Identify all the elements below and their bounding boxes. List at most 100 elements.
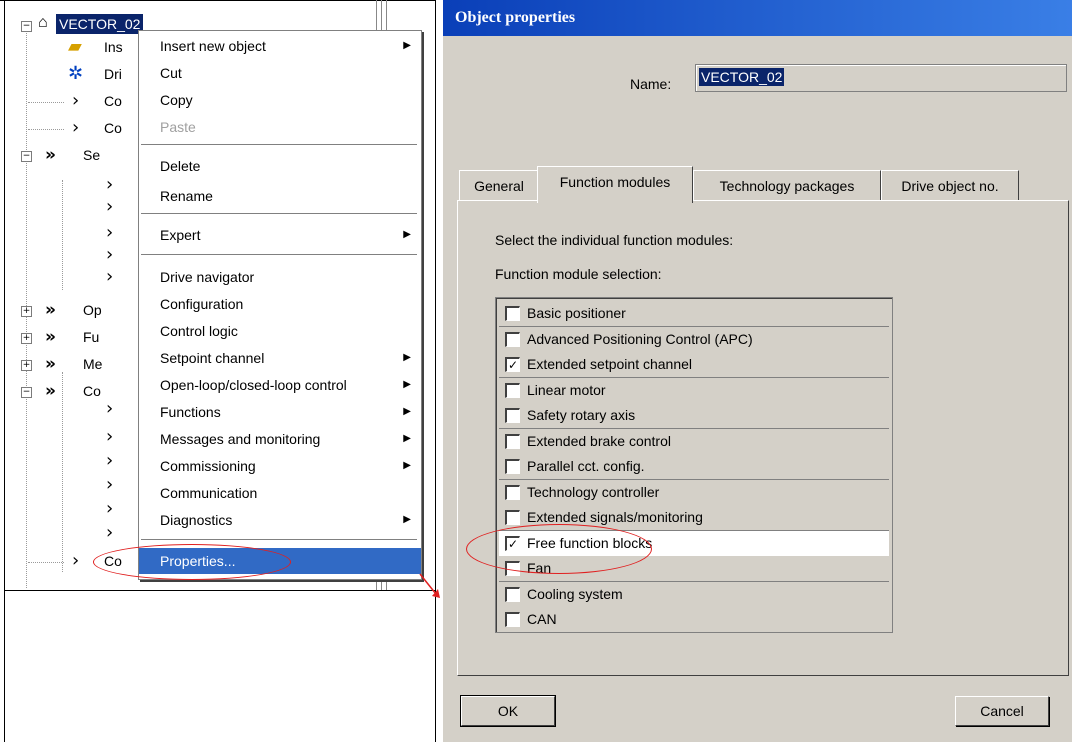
module-label: CAN bbox=[527, 611, 557, 627]
collapse-icon[interactable]: − bbox=[21, 21, 32, 32]
submenu-arrow-icon: ▶ bbox=[403, 379, 411, 390]
tree-root-label[interactable]: VECTOR_02 bbox=[56, 14, 144, 34]
tab-drive-object-no[interactable]: Drive object no. bbox=[881, 170, 1019, 201]
checkbox-icon[interactable] bbox=[505, 459, 520, 474]
checkbox-icon[interactable] bbox=[505, 612, 520, 627]
checkbox-icon[interactable] bbox=[505, 306, 520, 321]
menu-item-commissioning[interactable]: Commissioning ▶ bbox=[139, 453, 421, 479]
menu-item-rename[interactable]: Rename bbox=[139, 183, 421, 209]
drive-navigator-icon: ✲ bbox=[68, 63, 84, 84]
chevron-right-icon: › bbox=[106, 398, 114, 419]
chevron-right-icon: › bbox=[106, 498, 114, 519]
name-field[interactable]: VECTOR_02 bbox=[695, 64, 1067, 92]
module-row[interactable]: Technology controller bbox=[499, 479, 889, 506]
chevron-right-icon: › bbox=[106, 174, 114, 195]
menu-item-configuration[interactable]: Configuration bbox=[139, 291, 421, 317]
chevron-right-icon: › bbox=[72, 550, 80, 571]
menu-item-diagnostics[interactable]: Diagnostics ▶ bbox=[139, 507, 421, 533]
double-chevron-icon: » bbox=[45, 145, 56, 165]
menu-item-expert[interactable]: Expert ▶ bbox=[139, 222, 421, 248]
chevron-right-icon: › bbox=[106, 244, 114, 265]
folder-icon: ▰ bbox=[68, 36, 82, 57]
double-chevron-icon: » bbox=[45, 354, 56, 374]
expand-icon[interactable]: + bbox=[21, 360, 32, 371]
submenu-arrow-icon: ▶ bbox=[403, 352, 411, 363]
menu-item-drive-navigator[interactable]: Drive navigator bbox=[139, 264, 421, 290]
expand-icon[interactable]: + bbox=[21, 333, 32, 344]
submenu-arrow-icon: ▶ bbox=[403, 229, 411, 240]
chevron-right-icon: › bbox=[106, 426, 114, 447]
object-properties-dialog: Object properties Name: VECTOR_02 Genera… bbox=[440, 0, 1072, 742]
menu-separator bbox=[141, 539, 417, 541]
module-row[interactable]: Advanced Positioning Control (APC) bbox=[499, 326, 889, 353]
chevron-right-icon: › bbox=[106, 196, 114, 217]
expand-icon[interactable]: + bbox=[21, 306, 32, 317]
module-label: Linear motor bbox=[527, 381, 606, 398]
module-label: Safety rotary axis bbox=[527, 407, 636, 423]
menu-item-communication[interactable]: Communication bbox=[139, 480, 421, 506]
menu-item-setpoint-channel[interactable]: Setpoint channel ▶ bbox=[139, 345, 421, 371]
chevron-right-icon: › bbox=[106, 266, 114, 287]
menu-item-paste: Paste bbox=[160, 119, 196, 135]
checkbox-icon[interactable] bbox=[505, 408, 520, 423]
module-label: Basic positioner bbox=[527, 305, 626, 321]
submenu-arrow-icon: ▶ bbox=[403, 433, 411, 444]
checkbox-checked-icon[interactable]: ✓ bbox=[505, 357, 520, 372]
chevron-right-icon: › bbox=[106, 222, 114, 243]
checkbox-icon[interactable] bbox=[505, 382, 520, 398]
menu-item-delete[interactable]: Delete bbox=[139, 153, 421, 179]
collapse-icon[interactable]: − bbox=[21, 387, 32, 398]
module-label: Advanced Positioning Control (APC) bbox=[527, 330, 753, 347]
menu-item-open-closed-loop-control[interactable]: Open-loop/closed-loop control ▶ bbox=[139, 372, 421, 398]
module-row[interactable]: CAN bbox=[499, 607, 889, 633]
submenu-arrow-icon: ▶ bbox=[403, 406, 411, 417]
menu-separator bbox=[141, 213, 417, 215]
dialog-title-bar[interactable]: Object properties bbox=[443, 0, 1072, 36]
menu-item-functions[interactable]: Functions ▶ bbox=[139, 399, 421, 425]
name-label: Name: bbox=[630, 76, 672, 92]
menu-item-messages-and-monitoring[interactable]: Messages and monitoring ▶ bbox=[139, 426, 421, 452]
checkbox-icon[interactable] bbox=[505, 586, 520, 602]
cancel-button[interactable]: Cancel bbox=[955, 696, 1049, 726]
module-row[interactable]: Parallel cct. config. bbox=[499, 454, 889, 480]
selection-heading: Function module selection: bbox=[495, 266, 662, 282]
chevron-right-icon: › bbox=[72, 90, 80, 111]
module-row[interactable]: Cooling system bbox=[499, 581, 889, 608]
chevron-right-icon: › bbox=[72, 117, 80, 138]
checkbox-icon[interactable] bbox=[505, 433, 520, 449]
menu-item-copy[interactable]: Copy bbox=[139, 87, 421, 113]
checkbox-icon[interactable] bbox=[505, 510, 520, 525]
ok-button[interactable]: OK bbox=[460, 695, 556, 727]
double-chevron-icon: » bbox=[45, 300, 56, 320]
submenu-arrow-icon: ▶ bbox=[403, 40, 411, 51]
module-row[interactable]: Safety rotary axis bbox=[499, 403, 889, 429]
checkbox-icon[interactable] bbox=[505, 331, 520, 347]
module-label: Parallel cct. config. bbox=[527, 458, 645, 474]
module-row[interactable]: Linear motor bbox=[499, 377, 889, 404]
module-row[interactable]: Extended brake control bbox=[499, 428, 889, 455]
menu-separator bbox=[141, 144, 417, 146]
tab-function-modules[interactable]: Function modules bbox=[537, 166, 693, 203]
menu-item-insert-new-object[interactable]: Insert new object ▶ bbox=[139, 33, 421, 59]
menu-item-control-logic[interactable]: Control logic bbox=[139, 318, 421, 344]
module-label: Extended brake control bbox=[527, 432, 671, 449]
instruction-text: Select the individual function modules: bbox=[495, 232, 734, 248]
module-row[interactable]: Basic positioner bbox=[499, 301, 889, 327]
chevron-right-icon: › bbox=[106, 450, 114, 471]
name-field-value: VECTOR_02 bbox=[699, 68, 785, 86]
annotation-ellipse bbox=[466, 524, 652, 574]
annotation-ellipse bbox=[93, 544, 291, 580]
checkbox-icon[interactable] bbox=[505, 484, 520, 500]
collapse-icon[interactable]: − bbox=[21, 151, 32, 162]
module-row[interactable]: ✓ Extended setpoint channel bbox=[499, 352, 889, 378]
chevron-right-icon: › bbox=[106, 522, 114, 543]
tab-technology-packages[interactable]: Technology packages bbox=[693, 170, 881, 201]
submenu-arrow-icon: ▶ bbox=[403, 460, 411, 471]
menu-separator bbox=[141, 254, 417, 256]
module-label: Extended setpoint channel bbox=[527, 356, 693, 372]
tab-general[interactable]: General bbox=[459, 170, 539, 201]
submenu-arrow-icon: ▶ bbox=[403, 514, 411, 525]
dialog-title: Object properties bbox=[455, 9, 576, 26]
menu-item-cut[interactable]: Cut bbox=[139, 60, 421, 86]
double-chevron-icon: » bbox=[45, 327, 56, 347]
